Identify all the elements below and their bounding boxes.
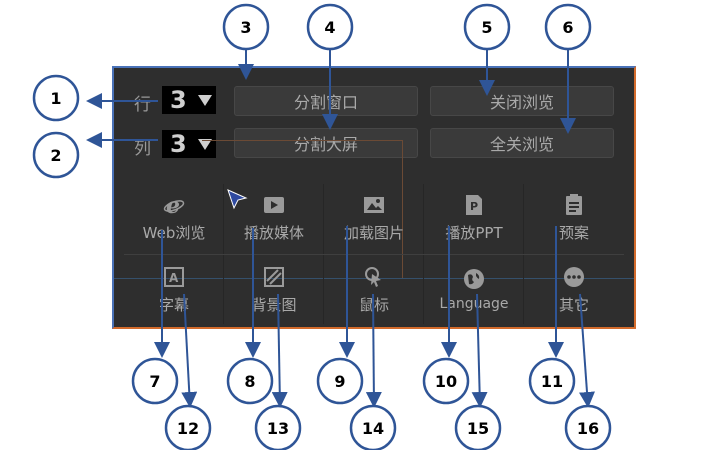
tool-label: 加载图片 [343, 223, 404, 242]
callout-number: 9 [334, 372, 345, 391]
chevron-down-icon[interactable] [198, 94, 212, 106]
tool-label: Language [439, 296, 509, 312]
cursor-icon [227, 189, 248, 210]
guide-line [202, 140, 402, 141]
callout-circle [422, 357, 470, 405]
callout-16: 16 [564, 404, 612, 450]
callout-number: 4 [324, 18, 335, 37]
ie-icon: e [163, 194, 185, 216]
language-tool[interactable]: Language [424, 254, 524, 326]
rows-spinner[interactable]: 3 [162, 86, 216, 114]
callout-3: 3 [222, 3, 270, 51]
callout-number: 11 [541, 372, 563, 391]
ppt-icon: P [463, 194, 485, 216]
rows-value: 3 [170, 86, 187, 114]
background-icon [263, 266, 285, 288]
callout-circle [131, 357, 179, 405]
callout-circle [349, 404, 397, 450]
callout-7: 7 [131, 357, 179, 405]
callout-6: 6 [544, 3, 592, 51]
close-all-browse-button[interactable]: 全关浏览 [430, 128, 614, 158]
callout-circle [254, 404, 302, 450]
callout-4: 4 [306, 3, 354, 51]
background-tool[interactable]: 背景图 [224, 254, 324, 326]
rows-label: 行 [134, 95, 151, 115]
cols-value: 3 [170, 130, 187, 158]
globe-icon [463, 268, 485, 290]
callout-circle [32, 131, 80, 179]
close-browse-button[interactable]: 关闭浏览 [430, 86, 614, 116]
callout-number: 14 [362, 419, 384, 438]
mouse-icon [363, 266, 385, 288]
subtitle-icon: A [163, 266, 185, 288]
callout-5: 5 [463, 3, 511, 51]
callout-number: 7 [149, 372, 160, 391]
callout-8: 8 [226, 357, 274, 405]
tool-label: 播放PPT [445, 223, 503, 242]
svg-text:A: A [169, 271, 179, 285]
callout-circle [222, 3, 270, 51]
callout-number: 12 [177, 419, 199, 438]
play-ppt-tool[interactable]: P 播放PPT [424, 182, 524, 254]
mouse-tool[interactable]: 鼠标 [324, 254, 424, 326]
other-tool[interactable]: 其它 [524, 254, 624, 326]
callout-circle [164, 404, 212, 450]
callout-10: 10 [422, 357, 470, 405]
tool-label: Web浏览 [142, 223, 206, 242]
callout-number: 1 [50, 89, 61, 108]
callout-circle [528, 357, 576, 405]
callout-circle [316, 357, 364, 405]
tool-label: 预案 [558, 223, 589, 242]
tool-label: 字幕 [158, 295, 189, 314]
cols-label: 列 [134, 139, 151, 159]
cols-spinner[interactable]: 3 [162, 130, 216, 158]
callout-number: 10 [435, 372, 457, 391]
callout-number: 15 [467, 419, 489, 438]
tool-label: 其它 [558, 295, 589, 314]
plan-tool[interactable]: 预案 [524, 182, 624, 254]
callout-number: 16 [577, 419, 599, 438]
callout-1: 1 [32, 74, 80, 122]
tool-label: 播放媒体 [243, 223, 304, 242]
callout-number: 13 [267, 419, 289, 438]
callout-13: 13 [254, 404, 302, 450]
web-browse-tool[interactable]: e Web浏览 [124, 182, 224, 254]
callout-11: 11 [528, 357, 576, 405]
play-icon [263, 194, 285, 216]
callout-circle [226, 357, 274, 405]
callout-9: 9 [316, 357, 364, 405]
plan-icon [563, 193, 585, 216]
callout-15: 15 [454, 404, 502, 450]
callout-number: 5 [481, 18, 492, 37]
callout-12: 12 [164, 404, 212, 450]
svg-text:P: P [470, 200, 478, 213]
tool-label: 背景图 [251, 295, 297, 314]
callout-number: 3 [240, 18, 251, 37]
more-icon [563, 266, 585, 288]
callout-circle [544, 3, 592, 51]
load-image-tool[interactable]: 加载图片 [324, 182, 424, 254]
callout-number: 6 [562, 18, 573, 37]
callout-2: 2 [32, 131, 80, 179]
subtitle-tool[interactable]: A 字幕 [124, 254, 224, 326]
image-icon [363, 194, 385, 216]
callout-circle [463, 3, 511, 51]
tool-label: 鼠标 [358, 295, 389, 314]
callout-circle [32, 74, 80, 122]
split-screen-button[interactable]: 分割大屏 [234, 128, 418, 158]
callout-number: 8 [244, 372, 255, 391]
split-window-button[interactable]: 分割窗口 [234, 86, 418, 116]
callout-circle [564, 404, 612, 450]
callout-circle [454, 404, 502, 450]
callout-14: 14 [349, 404, 397, 450]
control-panel: 行 3 分割窗口 关闭浏览 列 3 分割大屏 全关浏览 e Web浏览 播放媒体… [112, 66, 636, 329]
callout-number: 2 [50, 146, 61, 165]
callout-circle [306, 3, 354, 51]
